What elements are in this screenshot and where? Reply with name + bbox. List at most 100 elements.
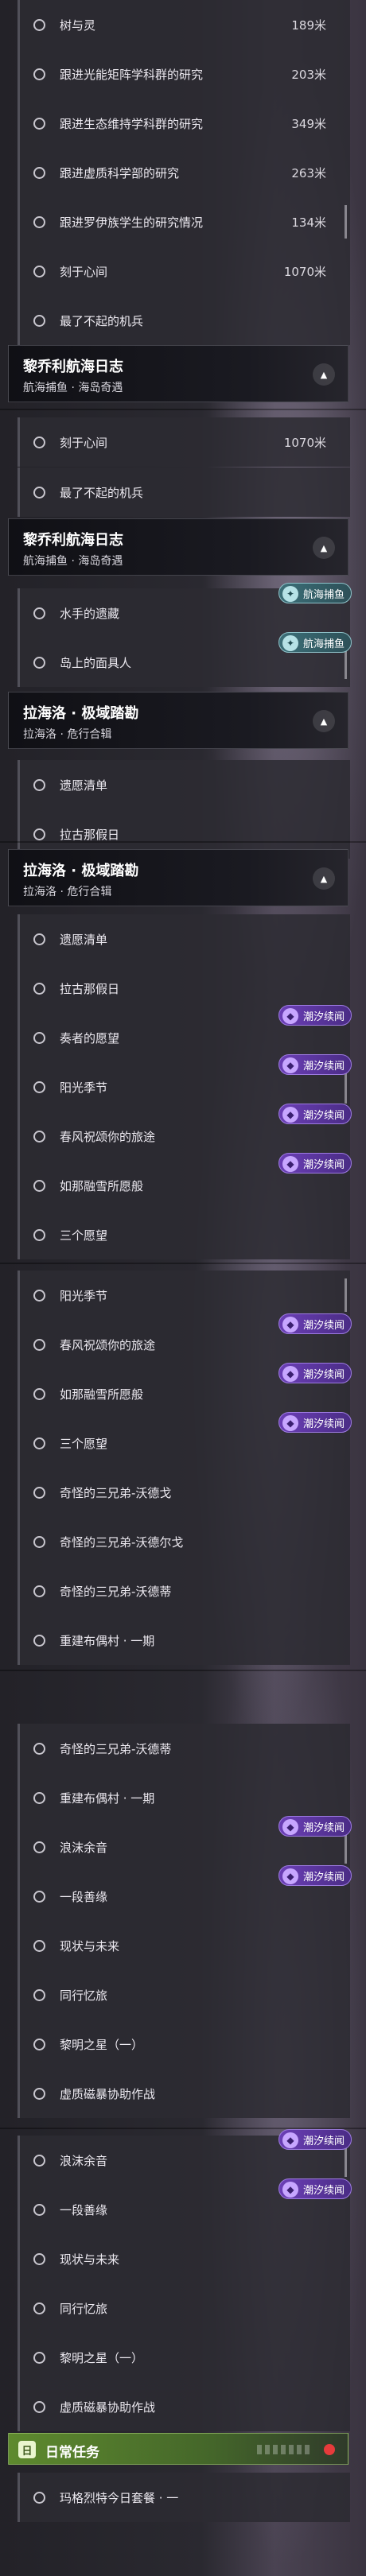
daily-quest-header[interactable]: 日日常任务 [8, 2433, 348, 2465]
quest-tag-label: 潮汐续闻 [303, 1418, 345, 1430]
quest-label: 树与灵 [60, 17, 96, 33]
quest-label: 奇怪的三兄弟-沃德尔戈 [60, 1534, 184, 1550]
quest-label: 拉古那假日 [60, 981, 120, 996]
circle-icon [33, 68, 45, 80]
quest-row[interactable]: 奇怪的三兄弟-沃德蒂 [18, 1724, 350, 1773]
category-subtitle: 航海捕鱼 · 海岛奇遇 [23, 555, 123, 568]
quest-tag-label: 潮汐续闻 [303, 2135, 345, 2147]
quest-row[interactable]: 玛格烈特今日套餐 · 一 [18, 2473, 350, 2522]
circle-icon [33, 1031, 45, 1044]
quest-label: 奇怪的三兄弟-沃德戈 [60, 1485, 172, 1500]
quest-label: 阳光季节 [60, 1080, 108, 1095]
quest-tag: ✦ 航海捕鱼 [278, 583, 352, 603]
circle-icon [33, 1289, 45, 1302]
quest-tag: ◆ 潮汐续闻 [278, 2129, 352, 2150]
quest-tag: ◆ 潮汐续闻 [278, 1313, 352, 1334]
quest-row[interactable]: 虚质磁暴协助作战 [18, 2069, 350, 2118]
daily-title: 日常任务 [45, 2445, 99, 2461]
circle-icon [33, 166, 45, 179]
quest-distance: 349米 [291, 116, 326, 131]
quest-row[interactable]: 虚质磁暴协助作战 [18, 2382, 350, 2431]
scrollbar-thumb[interactable] [345, 205, 347, 239]
quest-row[interactable]: 同行忆旅 [18, 1970, 350, 2019]
wave-icon: ◆ [282, 1107, 298, 1123]
quest-row[interactable]: 奇怪的三兄弟-沃德蒂 [18, 1566, 350, 1616]
quest-row[interactable]: 跟进虚质科学部的研究 263米 [18, 148, 350, 197]
quest-label: 阳光季节 [60, 1288, 108, 1303]
quest-distance: 1070米 [283, 264, 326, 279]
category-title: 拉海洛 · 极域踏勘 [23, 705, 139, 722]
quest-label: 岛上的面具人 [60, 655, 132, 670]
circle-icon [33, 2351, 45, 2364]
quest-row[interactable]: 树与灵 189米 [18, 0, 350, 49]
wave-icon: ◆ [282, 1156, 298, 1172]
circle-icon [33, 1634, 45, 1647]
category-header[interactable]: 黎乔利航海日志 航海捕鱼 · 海岛奇遇 ▲ [8, 345, 348, 402]
circle-icon [33, 982, 45, 995]
scrollbar-thumb[interactable] [345, 1070, 347, 1104]
quest-row[interactable]: 刻于心间 1070米 [18, 417, 350, 467]
quest-row[interactable]: 最了不起的机兵 [18, 296, 350, 345]
wave-icon: ◆ [282, 2182, 298, 2198]
circle-icon [33, 1437, 45, 1449]
quest-row[interactable]: 跟进光能矩阵学科群的研究 203米 [18, 49, 350, 99]
quest-tag-label: 潮汐续闻 [303, 1158, 345, 1171]
quest-label: 现状与未来 [60, 2252, 120, 2267]
quest-label: 刻于心间 [60, 435, 108, 450]
quest-label: 跟进光能矩阵学科群的研究 [60, 67, 204, 82]
circle-icon [33, 1742, 45, 1755]
quest-label: 春风祝颂你的旅途 [60, 1129, 156, 1144]
wave-icon: ◆ [282, 1819, 298, 1835]
quest-row[interactable]: 遗愿清单 [18, 760, 350, 809]
quest-row[interactable]: 现状与未来 [18, 1921, 350, 1970]
category-header[interactable]: 拉海洛 · 极域踏勘 拉海洛 · 危行合辑 ▲ [8, 692, 348, 749]
circle-icon [33, 1387, 45, 1400]
quest-row[interactable]: 跟进罗伊族学生的研究情况 134米 [18, 197, 350, 246]
quest-label: 一段善缘 [60, 1889, 108, 1904]
quest-row[interactable]: 阳光季节 [18, 1271, 350, 1320]
quest-tag-label: 潮汐续闻 [303, 1011, 345, 1023]
quest-row[interactable]: 跟进生态维持学科群的研究 349米 [18, 99, 350, 148]
quest-label: 水手的遗藏 [60, 606, 120, 621]
quest-label: 三个愿望 [60, 1436, 108, 1451]
chevron-up-icon[interactable]: ▲ [313, 710, 335, 732]
quest-label: 虚质磁暴协助作战 [60, 2399, 156, 2415]
category-header[interactable]: 拉海洛 · 极域踏勘 拉海洛 · 危行合辑 ▲ [8, 849, 348, 906]
quest-label: 跟进罗伊族学生的研究情况 [60, 215, 204, 230]
chevron-up-icon[interactable]: ▲ [313, 867, 335, 890]
quest-row[interactable]: 刻于心间 1070米 [18, 246, 350, 296]
quest-label: 刻于心间 [60, 264, 108, 279]
scrollbar-thumb[interactable] [345, 1278, 347, 1312]
quest-label: 黎明之星（一） [60, 2037, 144, 2052]
quest-row[interactable]: 黎明之星（一） [18, 2333, 350, 2382]
quest-row[interactable]: 同行忆旅 [18, 2283, 350, 2333]
quest-label: 如那融雪所愿般 [60, 1387, 144, 1402]
quest-label: 重建布偶村 · 一期 [60, 1633, 155, 1648]
chevron-up-icon[interactable]: ▲ [313, 363, 335, 386]
quest-row[interactable]: 最了不起的机兵 [18, 467, 350, 517]
quest-label: 奏者的愿望 [60, 1030, 120, 1046]
circle-icon [33, 18, 45, 31]
quest-row[interactable]: 遗愿清单 [18, 914, 350, 964]
category-header[interactable]: 黎乔利航海日志 航海捕鱼 · 海岛奇遇 ▲ [8, 518, 348, 576]
circle-icon [33, 1130, 45, 1143]
circle-icon [33, 2154, 45, 2167]
quest-row[interactable]: 奇怪的三兄弟-沃德戈 [18, 1468, 350, 1517]
category-title: 拉海洛 · 极域踏勘 [23, 863, 139, 879]
quest-row[interactable]: 三个愿望 [18, 1210, 350, 1259]
quest-row[interactable]: 重建布偶村 · 一期 [18, 1773, 350, 1822]
chevron-up-icon[interactable]: ▲ [313, 537, 335, 559]
quest-row[interactable]: 黎明之星（一） [18, 2019, 350, 2069]
circle-icon [33, 2203, 45, 2216]
quest-row[interactable]: 重建布偶村 · 一期 [18, 1616, 350, 1665]
quest-tag: ◆ 潮汐续闻 [278, 1153, 352, 1174]
circle-icon [33, 2302, 45, 2314]
quest-tag-label: 航海捕鱼 [303, 638, 345, 650]
quest-tag-label: 潮汐续闻 [303, 1060, 345, 1073]
circle-icon [33, 1080, 45, 1093]
quest-tag-label: 潮汐续闻 [303, 1821, 345, 1834]
quest-row[interactable]: 奇怪的三兄弟-沃德尔戈 [18, 1517, 350, 1566]
circle-icon [33, 1585, 45, 1597]
quest-row[interactable]: 现状与未来 [18, 2234, 350, 2283]
wave-icon: ◆ [282, 1366, 298, 1382]
